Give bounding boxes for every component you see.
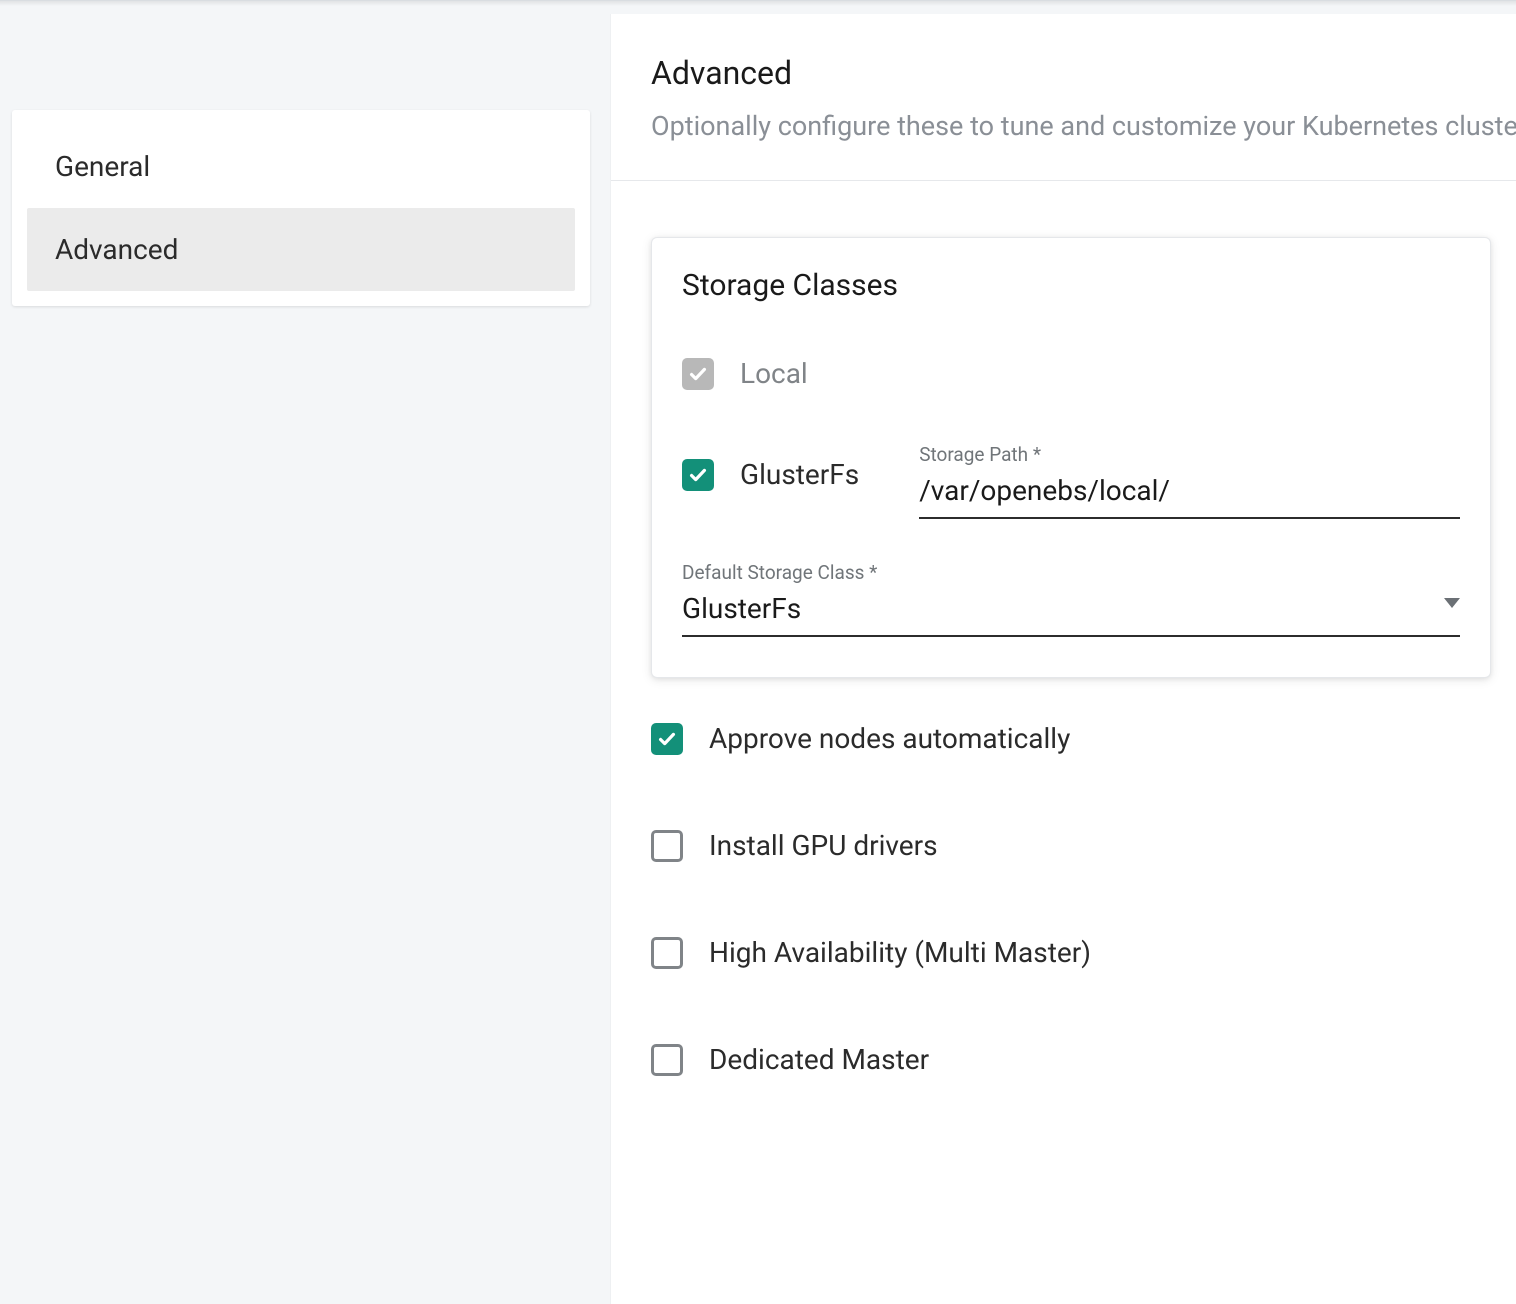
high-availability-label: High Availability (Multi Master) xyxy=(709,936,1091,969)
dedicated-master-checkbox[interactable] xyxy=(651,1044,683,1076)
dedicated-master-row: Dedicated Master xyxy=(651,1043,1476,1076)
check-icon xyxy=(687,363,709,385)
chevron-down-icon[interactable] xyxy=(1444,598,1460,608)
default-storage-class-field[interactable]: Default Storage Class * GlusterFs xyxy=(682,561,1460,637)
storage-path-label: Storage Path * xyxy=(919,443,1460,466)
sidebar-item-general[interactable]: General xyxy=(27,125,575,208)
default-storage-class-label: Default Storage Class * xyxy=(682,561,1460,584)
storage-path-field[interactable]: Storage Path * /var/openebs/local/ xyxy=(919,443,1460,519)
page-title: Advanced xyxy=(651,54,1516,92)
page-subtitle: Optionally configure these to tune and c… xyxy=(651,110,1516,142)
storage-classes-title: Storage Classes xyxy=(682,268,1460,303)
approve-nodes-row: Approve nodes automatically xyxy=(651,722,1476,755)
local-checkbox xyxy=(682,358,714,390)
approve-nodes-checkbox[interactable] xyxy=(651,723,683,755)
local-label: Local xyxy=(740,357,808,390)
divider xyxy=(611,180,1516,181)
high-availability-row: High Availability (Multi Master) xyxy=(651,936,1476,969)
approve-nodes-label: Approve nodes automatically xyxy=(709,722,1070,755)
dedicated-master-label: Dedicated Master xyxy=(709,1043,929,1076)
high-availability-checkbox[interactable] xyxy=(651,937,683,969)
check-icon xyxy=(656,728,678,750)
top-divider xyxy=(0,0,1516,6)
sidebar-item-advanced[interactable]: Advanced xyxy=(27,208,575,291)
storage-classes-card: Storage Classes Local GlusterFs Storage xyxy=(651,237,1491,678)
glusterfs-checkbox[interactable] xyxy=(682,459,714,491)
install-gpu-label: Install GPU drivers xyxy=(709,829,938,862)
sidebar-item-label: Advanced xyxy=(55,233,178,266)
main-panel: Advanced Optionally configure these to t… xyxy=(610,14,1516,1304)
storage-local-row: Local xyxy=(682,357,859,390)
glusterfs-label: GlusterFs xyxy=(740,458,859,491)
sidebar-item-label: General xyxy=(55,150,150,183)
default-storage-class-value: GlusterFs xyxy=(682,592,801,625)
install-gpu-row: Install GPU drivers xyxy=(651,829,1476,862)
storage-path-value[interactable]: /var/openebs/local/ xyxy=(919,474,1460,519)
install-gpu-checkbox[interactable] xyxy=(651,830,683,862)
check-icon xyxy=(687,464,709,486)
storage-glusterfs-row: GlusterFs xyxy=(682,458,859,491)
sidebar: General Advanced xyxy=(12,110,590,306)
